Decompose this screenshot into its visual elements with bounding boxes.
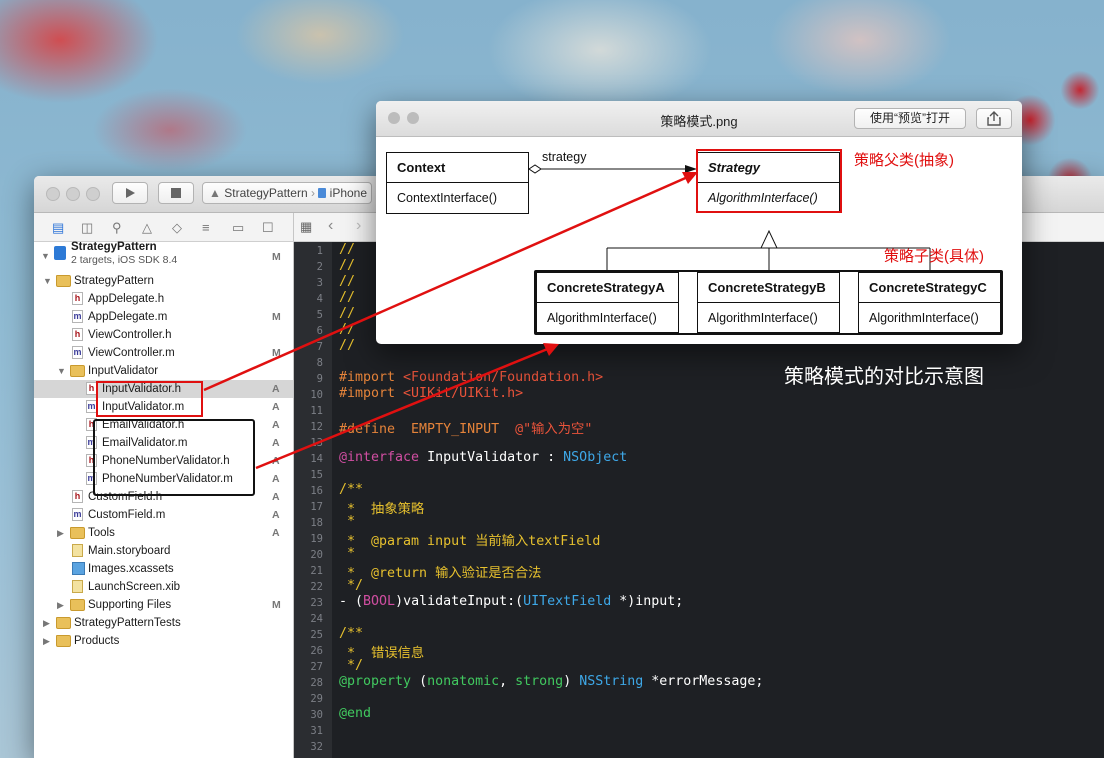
diagram-caption: 策略模式的对比示意图 (784, 366, 984, 388)
arrow-concrete-line (255, 346, 551, 470)
arrow-abstract-line (203, 174, 691, 392)
